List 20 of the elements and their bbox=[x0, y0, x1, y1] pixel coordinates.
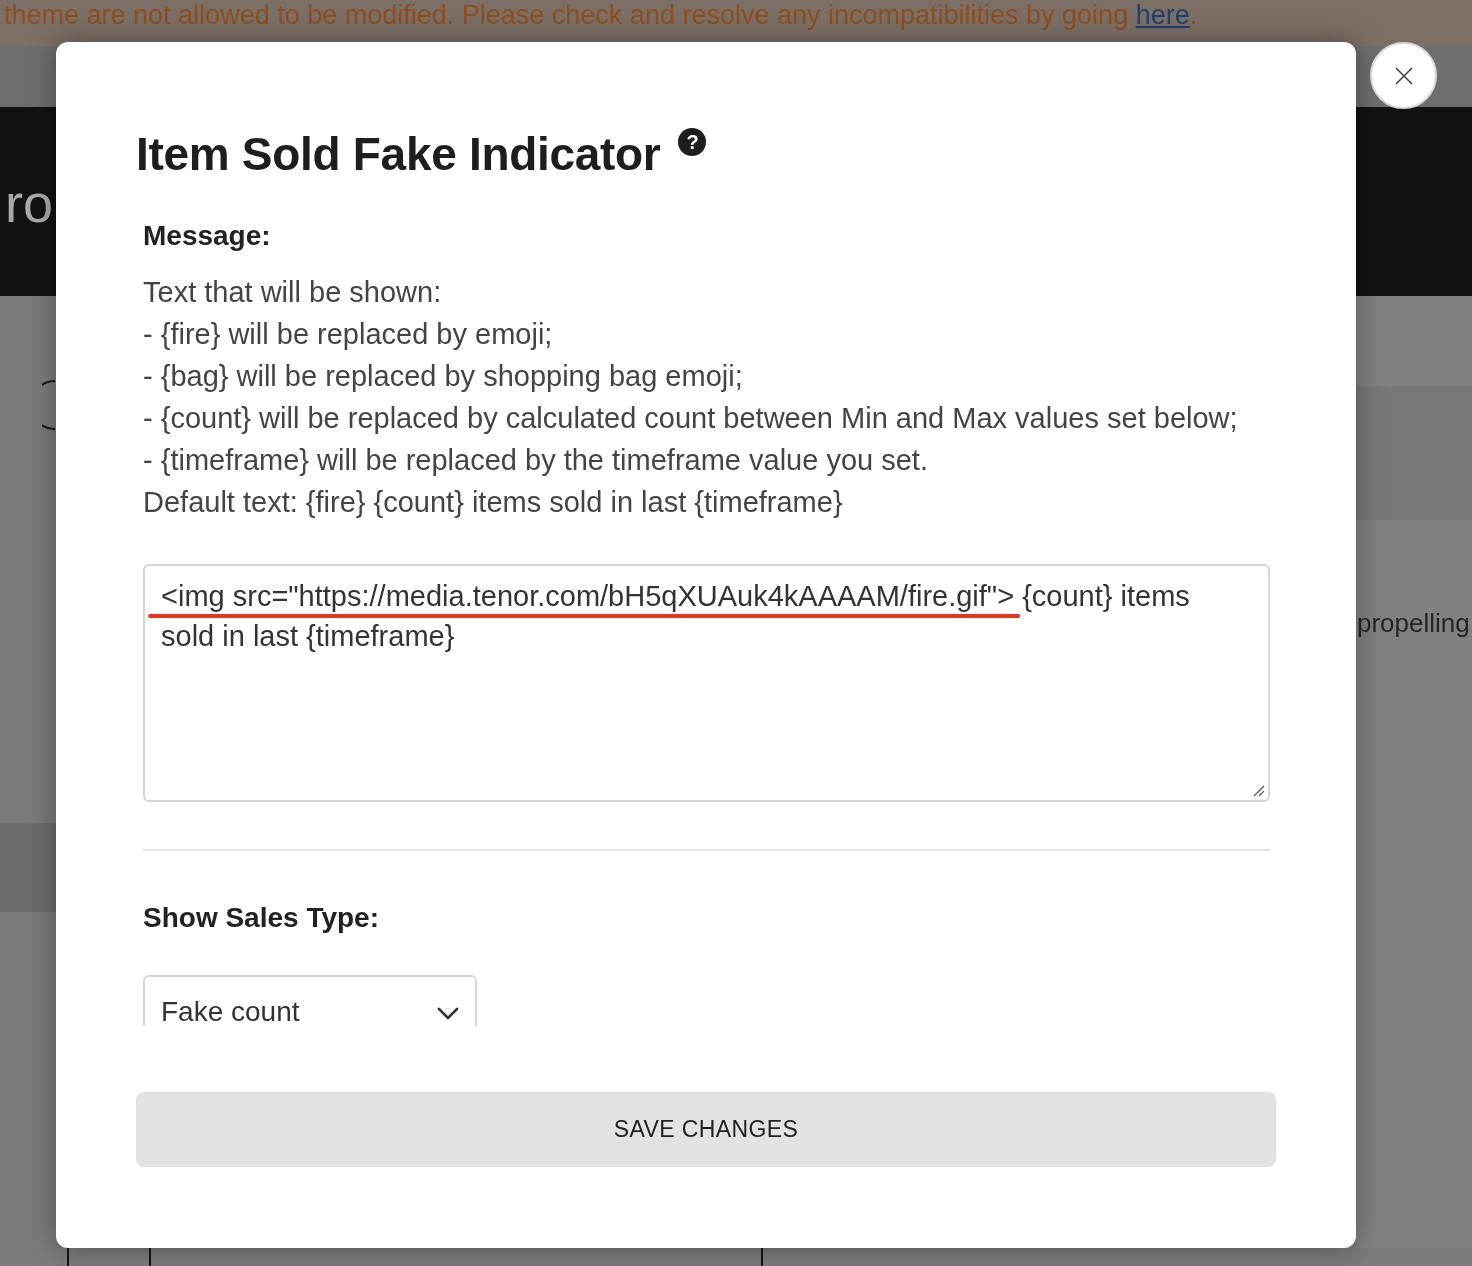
body-text-fragment: propelling bbox=[1357, 608, 1470, 638]
description-line: Text that will be shown: bbox=[143, 275, 443, 310]
save-changes-button[interactable]: SAVE CHANGES bbox=[136, 1092, 1276, 1167]
ring-edge-icon bbox=[42, 380, 56, 430]
description-line: - {bag} will be replaced by shopping bag emoji; bbox=[143, 359, 744, 394]
description-line: - {fire} will be replaced by emoji; bbox=[143, 317, 554, 352]
notice-text: theme are not allowed to be modified. Please check and resolve any incompatibilities by going here. bbox=[3, 0, 1199, 31]
description-line: - {count} will be replaced by calculated count between Min and Max values set below; bbox=[143, 401, 1239, 436]
help-icon[interactable]: ? bbox=[678, 128, 707, 156]
chevron-down-icon bbox=[437, 1007, 459, 1021]
close-icon bbox=[1394, 66, 1413, 85]
heading-text: ro bbox=[5, 173, 53, 233]
sales-type-label: Show Sales Type: bbox=[143, 901, 380, 935]
description-line: - {timeframe} will be replaced by the timeframe value you set. bbox=[143, 443, 929, 478]
resize-handle-icon[interactable] bbox=[1251, 783, 1265, 797]
message-label: Message: bbox=[143, 219, 272, 253]
description-line: Default text: {fire} {count} items sold in last {timeframe} bbox=[143, 485, 844, 520]
dialog-title: Item Sold Fake Indicator bbox=[136, 127, 661, 182]
message-field[interactable]: <img src="https://media.tenor.com/bH5qXUAuk4kAAAAM/fire.gif"> {count} items sold in last {timeframe} bbox=[143, 564, 1270, 802]
sales-type-select[interactable]: Fake count bbox=[143, 975, 477, 1026]
